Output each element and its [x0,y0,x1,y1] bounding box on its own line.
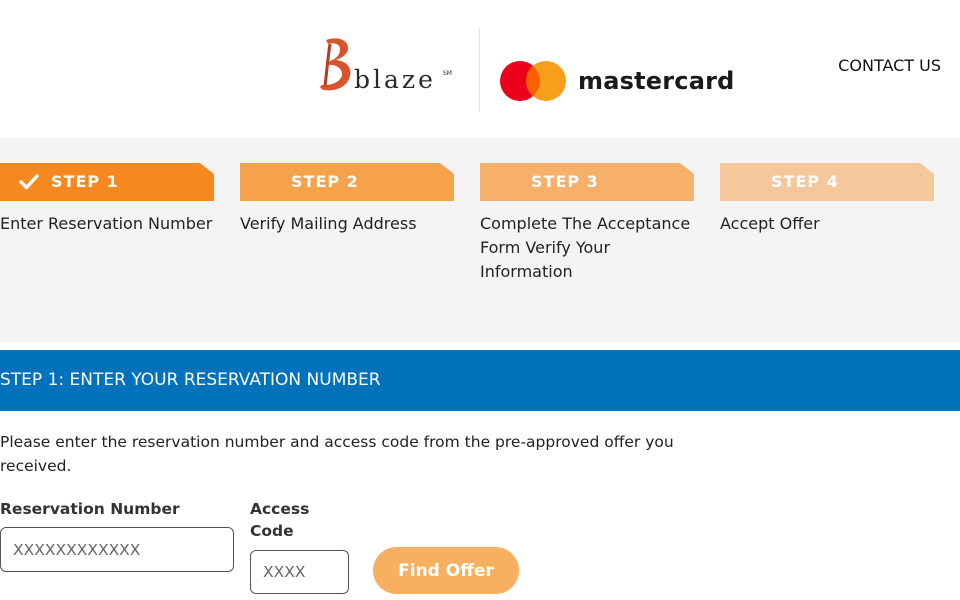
step-3-description: Complete The Acceptance Form Verify Your… [480,214,691,281]
step-4-tab: STEP 4 [720,163,934,201]
mastercard-logo: mastercard [500,60,740,104]
step-2: STEP 2 Verify Mailing Address [240,163,454,236]
progress-steps: STEP 1 Enter Reservation Number STEP 2 V… [0,138,960,342]
find-offer-button[interactable]: Find Offer [373,547,519,594]
step-2-label: STEP 2 [291,172,359,191]
reservation-number-input[interactable] [0,527,234,572]
step-3: STEP 3 Complete The Acceptance Form Veri… [480,163,694,284]
access-code-label-line2: Code [250,522,294,540]
reservation-number-label: Reservation Number [0,500,180,518]
step-1-label: STEP 1 [51,172,119,191]
blaze-logo: blaze SM [318,36,458,98]
access-code-label: Access Code [250,498,309,542]
step-1-description: Enter Reservation Number [0,214,213,233]
access-code-input[interactable] [250,550,349,594]
contact-us-link[interactable]: CONTACT US [838,56,941,75]
form-instructions: Please enter the reservation number and … [0,433,674,475]
check-icon [19,174,39,190]
step-2-description: Verify Mailing Address [240,214,417,233]
blaze-wordmark: blaze [354,65,436,94]
step-4-description: Accept Offer [720,214,820,233]
blaze-b-icon [320,38,351,91]
step-2-tab: STEP 2 [240,163,454,201]
site-header: blaze SM mastercard CONTACT US [0,0,960,138]
step-3-tab: STEP 3 [480,163,694,201]
section-title-bar: STEP 1: ENTER YOUR RESERVATION NUMBER [0,350,960,411]
step-4-label: STEP 4 [771,172,839,191]
step-3-label: STEP 3 [531,172,599,191]
mastercard-wordmark: mastercard [578,67,735,95]
logo-divider [479,28,480,112]
service-mark: SM [443,70,452,77]
step-1-tab: STEP 1 [0,163,214,201]
step-1: STEP 1 Enter Reservation Number [0,163,214,236]
access-code-label-line1: Access [250,500,310,518]
step-4: STEP 4 Accept Offer [720,163,934,236]
mastercard-circles-icon [500,61,566,101]
